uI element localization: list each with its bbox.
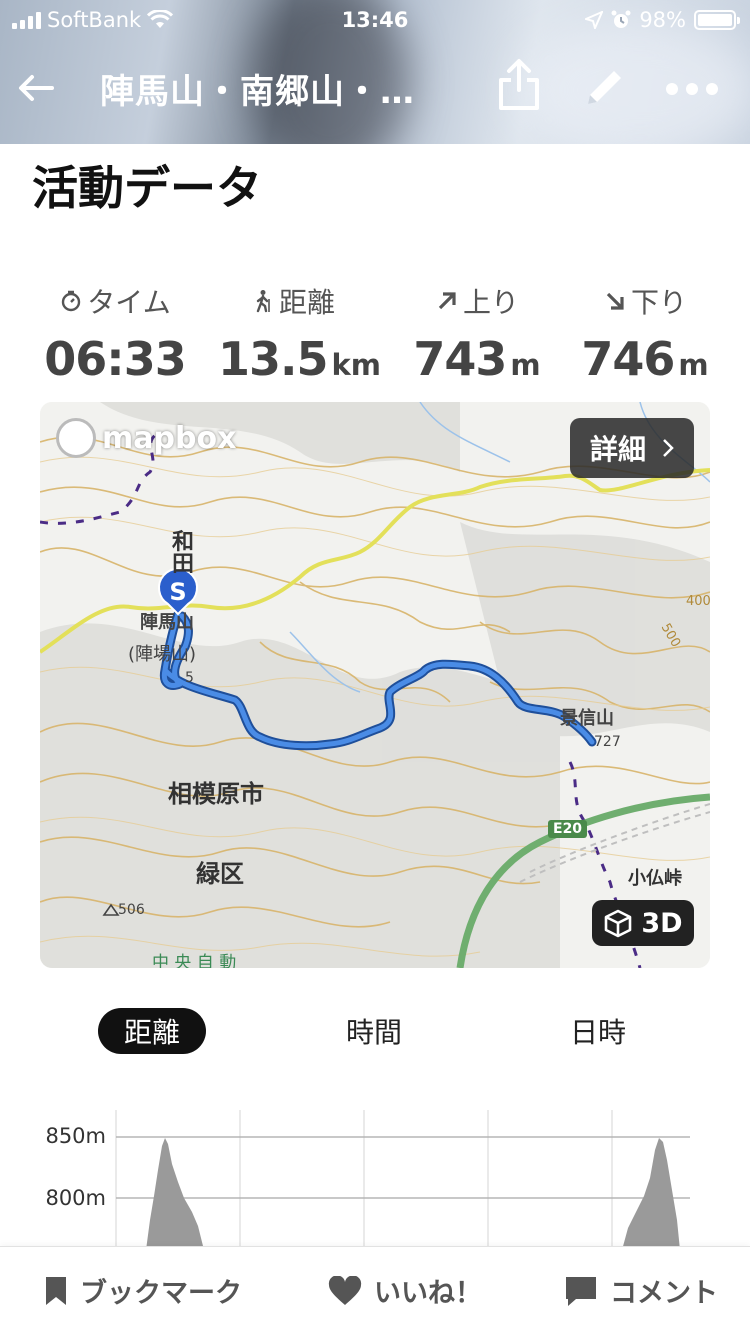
label-jinbasan: 陣馬山 <box>140 612 194 633</box>
stat-ascent: 上り 743 m <box>402 282 552 386</box>
label-506: 506 <box>118 902 145 918</box>
tab-time[interactable]: 時間 <box>320 1008 428 1054</box>
stat-distance-value: 13.5 <box>218 332 328 386</box>
section-title: 活動データ <box>32 161 262 215</box>
elevation-chart[interactable]: 850m 800m <box>0 1100 750 1250</box>
chart-axis-tabs: 距離 時間 日時 <box>0 1008 750 1054</box>
chevron-right-icon <box>663 439 674 457</box>
label-727: 727 <box>594 734 621 750</box>
mapbox-wordmark: mapbox <box>102 420 237 456</box>
like-button[interactable]: いいね！ <box>328 1271 482 1310</box>
more-options-icon[interactable] <box>664 76 720 102</box>
stat-descent: 下り 746 m <box>570 282 720 386</box>
comment-label: コメント <box>610 1278 718 1309</box>
back-arrow-icon[interactable] <box>14 66 58 110</box>
stat-time-value: 06:33 <box>44 332 186 386</box>
map-3d-label: 3D <box>641 907 683 939</box>
start-marker[interactable]: S <box>166 578 190 606</box>
stat-ascent-label: 上り <box>462 286 519 319</box>
like-label: いいね！ <box>374 1278 482 1309</box>
stat-descent-label: 下り <box>630 286 687 319</box>
label-peak-height: 5 <box>185 670 194 686</box>
mapbox-attribution[interactable]: mapbox <box>56 418 236 458</box>
share-icon[interactable] <box>494 58 544 112</box>
stopwatch-icon <box>62 290 81 312</box>
comment-button[interactable]: コメント <box>564 1271 718 1310</box>
label-e20: E20 <box>548 820 588 838</box>
stat-time: タイム 06:33 <box>40 282 190 386</box>
map-detail-button[interactable]: 詳細 <box>570 418 694 478</box>
cube-icon <box>605 909 632 938</box>
bookmark-button[interactable]: ブックマーク <box>44 1271 242 1310</box>
stat-distance-unit: km <box>331 348 382 382</box>
map-terrain <box>40 402 710 968</box>
activity-stats: タイム 06:33 距離 13.5 km 上り 743 m 下り 746 m <box>0 282 750 392</box>
stat-descent-unit: m <box>678 348 709 382</box>
hiker-icon <box>256 290 270 313</box>
status-bar: SoftBank 13:46 98% <box>0 8 750 34</box>
tab-datetime[interactable]: 日時 <box>544 1008 652 1054</box>
stat-distance: 距離 13.5 km <box>218 282 381 386</box>
alarm-icon <box>611 10 631 28</box>
header-background: SoftBank 13:46 98% 陣馬山・南郷山・… <box>0 0 750 144</box>
map-detail-label: 詳細 <box>589 433 646 466</box>
tab-distance[interactable]: 距離 <box>98 1008 206 1054</box>
label-kagenobu: 景信山 <box>560 708 614 729</box>
label-kobotoke: 小仏峠 <box>628 868 682 889</box>
battery-percent: 98% <box>639 8 686 32</box>
mapbox-logo-icon <box>56 418 96 458</box>
label-400: 400 <box>686 594 710 609</box>
arrow-up-right-icon <box>438 292 456 310</box>
bottom-action-bar: ブックマーク いいね！ コメント <box>0 1246 750 1334</box>
heart-icon <box>328 1275 362 1305</box>
label-midori: 緑区 <box>196 860 244 888</box>
stat-ascent-value: 743 <box>413 332 507 386</box>
label-wada: 和田 <box>172 530 195 577</box>
page-title: 陣馬山・南郷山・… <box>100 72 415 112</box>
comment-icon <box>566 1276 596 1306</box>
elevation-tick-850: 850m <box>45 1124 106 1148</box>
map-3d-button[interactable]: 3D <box>592 900 694 946</box>
location-icon <box>585 11 604 29</box>
label-sagamihara: 相模原市 <box>168 780 264 808</box>
bookmark-icon <box>46 1276 66 1305</box>
stat-distance-label: 距離 <box>278 286 335 319</box>
stat-time-label: タイム <box>87 286 171 319</box>
label-jinbasan-alt: (陣場山) <box>128 644 197 665</box>
route-map[interactable]: mapbox S 和田 陣馬山 (陣場山) 5 景信山 727 相模原市 緑区 … <box>40 402 710 968</box>
stat-descent-value: 746 <box>581 332 675 386</box>
battery-icon <box>694 10 740 30</box>
label-chuo: 中 央 自 動 <box>152 953 237 968</box>
elevation-plot <box>115 1110 690 1250</box>
status-right: 98% <box>585 8 740 32</box>
nav-bar: 陣馬山・南郷山・… <box>0 52 750 122</box>
bookmark-label: ブックマーク <box>80 1278 242 1309</box>
arrow-down-right-icon <box>606 292 624 310</box>
edit-pencil-icon[interactable] <box>580 64 628 112</box>
stat-ascent-unit: m <box>510 348 541 382</box>
elevation-tick-800: 800m <box>45 1186 106 1210</box>
